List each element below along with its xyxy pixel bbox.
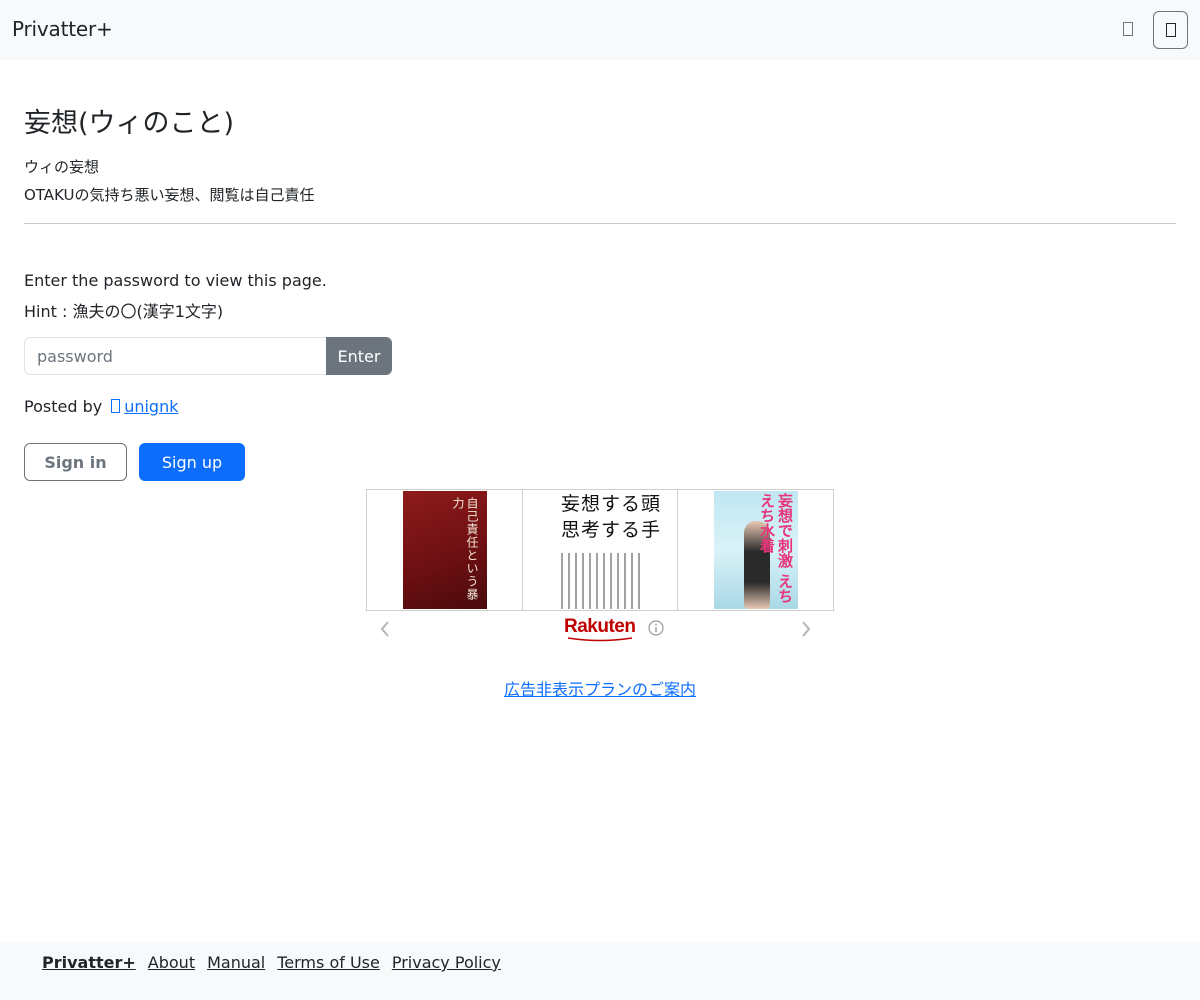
book-cover-text-pattern — [561, 553, 643, 609]
posted-by-label: Posted by — [24, 396, 103, 416]
description-line: ウィの妄想 — [24, 158, 100, 176]
no-ads-plan-link[interactable]: 広告非表示プランのご案内 — [504, 676, 696, 700]
divider — [24, 223, 1176, 224]
ad-banner: 自己責任という暴力 妄想する頭 思考する手 妄想で刺激 えちえち水着 — [366, 489, 834, 611]
page-title: 妄想(ウィのこと) — [24, 108, 235, 139]
description-line: OTAKUの気持ち悪い妄想、閲覧は自己責任 — [24, 186, 315, 204]
rakuten-logo[interactable]: Rakuten — [564, 616, 636, 638]
password-input[interactable] — [24, 337, 327, 375]
footer-link-manual[interactable]: Manual — [207, 953, 265, 972]
footer-link-privacy[interactable]: Privacy Policy — [392, 953, 501, 972]
book-cover: 妄想する頭 思考する手 — [525, 491, 675, 609]
footer-link-home[interactable]: Privatter+ — [42, 953, 136, 972]
book-cover: 自己責任という暴力 — [403, 491, 487, 609]
navbar-toggler-button[interactable] — [1153, 11, 1188, 49]
author-link[interactable]: unignk — [124, 397, 178, 416]
ad-item[interactable]: 妄想で刺激 えちえち水着 — [678, 490, 834, 610]
book-title: 妄想する頭 思考する手 — [561, 493, 662, 541]
navbar: Privatter+ — [0, 0, 1200, 60]
ad-item[interactable]: 妄想する頭 思考する手 — [522, 490, 678, 610]
menu-icon — [1165, 23, 1176, 37]
book-title: 自己責任という暴力 — [451, 497, 479, 601]
brand-logo[interactable]: Privatter+ — [12, 17, 113, 41]
book-cover: 妄想で刺激 えちえち水着 — [714, 491, 798, 609]
ad-item[interactable]: 自己責任という暴力 — [367, 490, 523, 610]
info-icon[interactable] — [648, 620, 664, 636]
posted-by: Posted by unignk — [24, 395, 178, 417]
twitter-icon — [111, 399, 121, 413]
user-icon[interactable] — [1119, 18, 1137, 40]
sign-up-button[interactable]: Sign up — [139, 443, 245, 481]
sign-in-button[interactable]: Sign in — [24, 443, 127, 481]
footer-link-terms[interactable]: Terms of Use — [277, 953, 380, 972]
book-title: 妄想で刺激 えちえち水着 — [758, 493, 794, 604]
password-form: Enter — [24, 337, 392, 375]
rakuten-swoosh-icon — [567, 637, 633, 642]
chevron-left-icon[interactable] — [376, 619, 394, 639]
footer-link-about[interactable]: About — [148, 953, 195, 972]
password-message: Enter the password to view this page. — [24, 271, 327, 290]
footer-links: Privatter+ About Manual Terms of Use Pri… — [42, 953, 501, 972]
password-hint: Hint : 漁夫の〇(漢字1文字) — [24, 302, 224, 321]
chevron-right-icon[interactable] — [797, 619, 815, 639]
enter-button[interactable]: Enter — [326, 337, 392, 375]
